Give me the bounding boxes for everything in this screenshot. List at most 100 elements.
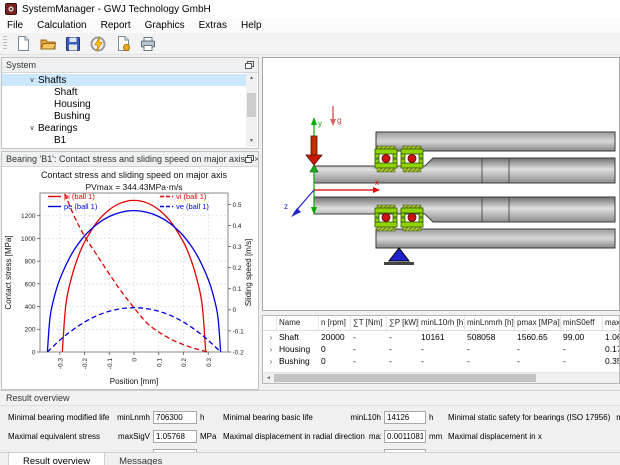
chart-title: Contact stress and sliding speed on majo…: [41, 170, 228, 180]
x-axis-tick: 0: [132, 358, 139, 362]
result-label-group: Maximal displacement in x: [448, 432, 620, 441]
table-cell: -: [561, 356, 603, 366]
toolbar-grip[interactable]: [3, 36, 7, 51]
chart-subtitle: PVmax = 344.43MPa·m/s: [85, 182, 182, 192]
result-label-group: Maximal displacement in radial direction…: [223, 432, 381, 441]
row-expander-icon[interactable]: ›: [263, 333, 277, 342]
table-row[interactable]: ›Shaft20000--101615080581560.6599.001.06: [263, 331, 619, 343]
app-window: SystemManager - GWJ Technology GmbH File…: [0, 0, 620, 465]
table-row[interactable]: ›Bushing0------0.35: [263, 355, 619, 367]
row-expander-icon[interactable]: ›: [263, 357, 277, 366]
left-axis-label: Contact stress [MPa]: [4, 235, 13, 309]
close-panel-icon[interactable]: ×: [254, 154, 259, 165]
tree-scrollbar[interactable]: ▲ ▼: [246, 73, 257, 147]
report-button[interactable]: [112, 34, 134, 54]
tab-messages[interactable]: Messages: [105, 453, 176, 465]
legend-label-ve: ve (ball 1): [176, 202, 209, 211]
float-panel-icon[interactable]: [245, 154, 254, 165]
print-button[interactable]: [137, 34, 159, 54]
result-label: Minimal static safety for bearings (ISO …: [448, 413, 610, 422]
legend-label-pi: pi (ball 1): [64, 192, 95, 201]
result-value-input[interactable]: [384, 449, 426, 452]
result-overview-header: Result overview: [0, 390, 620, 406]
save-button[interactable]: [62, 34, 84, 54]
menu-graphics[interactable]: Graphics: [138, 18, 192, 33]
svg-text:y: y: [318, 119, 322, 128]
column-header[interactable]: Name: [277, 316, 319, 330]
table-cell: 1560.65: [515, 332, 561, 342]
result-value-input[interactable]: [384, 411, 426, 424]
column-header[interactable]: minL10rh [h]: [419, 316, 465, 330]
tree-item-bushing[interactable]: Bushing: [2, 110, 246, 122]
menu-report[interactable]: Report: [94, 18, 138, 33]
result-value-input[interactable]: [384, 430, 426, 443]
table-row[interactable]: ›Housing0------0.17: [263, 343, 619, 355]
menu-calculation[interactable]: Calculation: [30, 18, 93, 33]
open-file-button[interactable]: [37, 34, 59, 54]
drawing-panel: g y x z: [262, 57, 620, 311]
table-cell: -: [351, 344, 387, 354]
new-document-button[interactable]: [12, 34, 34, 54]
result-label-group: Maximal equivalent stressmaxSigV: [8, 432, 150, 441]
report-icon: [116, 36, 130, 51]
tree-item-b1[interactable]: B1: [2, 134, 246, 146]
right-axis-tick: 0.1: [233, 286, 242, 293]
results-table-panel: Namen [rpm]∑T [Nm]∑P [kW]minL10rh [h]min…: [262, 315, 620, 384]
left-axis-tick: 600: [25, 281, 36, 288]
result-overview-body: Minimal bearing modified lifeminLnmhhMin…: [0, 406, 620, 452]
column-header[interactable]: ∑T [Nm]: [351, 316, 387, 330]
menu-help[interactable]: Help: [234, 18, 269, 33]
column-header[interactable]: ∑P [kW]: [387, 316, 419, 330]
table-hscrollbar[interactable]: ◄: [263, 372, 619, 383]
table-cell: 99.00: [561, 332, 603, 342]
toolbar: [0, 33, 620, 55]
result-unit: h: [429, 413, 445, 422]
tree-item-housing[interactable]: Housing: [2, 98, 246, 110]
column-header[interactable]: minS0eff: [561, 316, 603, 330]
tree-item-bearings[interactable]: ∨Bearings: [2, 122, 246, 134]
scroll-up-icon[interactable]: ▲: [246, 73, 257, 84]
system-tree: ∨ShaftsShaftHousingBushing∨BearingsB1: [2, 73, 246, 148]
x-axis-tick: -0.1: [107, 358, 114, 370]
table-cell: -: [387, 344, 419, 354]
row-name-cell: Shaft: [277, 332, 319, 342]
table-cell: 0: [319, 344, 351, 354]
column-header[interactable]: maxSi: [603, 316, 619, 330]
column-header[interactable]: pmax [MPa]: [515, 316, 561, 330]
result-label: Maximal displacement in radial direction: [223, 432, 365, 441]
float-panel-icon[interactable]: [244, 60, 255, 71]
result-value-input[interactable]: [153, 430, 197, 443]
scrollbar-thumb[interactable]: [274, 374, 536, 382]
result-label-group: Minimal bearing basic lifeminL10h: [223, 413, 381, 422]
chart-panel-header: Bearing 'B1': Contact stress and sliding…: [2, 152, 258, 167]
right-axis-tick: 0.3: [233, 244, 242, 251]
menu-file[interactable]: File: [0, 18, 30, 33]
scrollbar-thumb[interactable]: [247, 93, 256, 116]
result-value-input[interactable]: [153, 449, 197, 452]
table-cell: 1.06: [603, 332, 619, 342]
tree-item-shaft[interactable]: Shaft: [2, 86, 246, 98]
main-area: System ∨ShaftsShaftHousingBushing∨Bearin…: [0, 55, 620, 390]
result-label: Maximal equivalent stress: [8, 432, 100, 441]
save-icon: [66, 37, 80, 51]
row-expander-icon[interactable]: ›: [263, 345, 277, 354]
scroll-left-icon[interactable]: ◄: [263, 373, 274, 383]
right-axis-tick: 0.4: [233, 223, 242, 230]
expander-icon[interactable]: ∨: [26, 76, 38, 84]
window-title: SystemManager - GWJ Technology GmbH: [22, 4, 211, 15]
scroll-down-icon[interactable]: ▼: [246, 136, 257, 147]
expander-icon[interactable]: ∨: [26, 124, 38, 132]
tab-result-overview[interactable]: Result overview: [8, 453, 105, 465]
menu-extras[interactable]: Extras: [192, 18, 234, 33]
table-cell: 20000: [319, 332, 351, 342]
calculate-button[interactable]: [87, 34, 109, 54]
left-axis-tick: 0: [32, 349, 36, 356]
column-header[interactable]: minLnmrh [h]: [465, 316, 515, 330]
tree-item-shafts[interactable]: ∨Shafts: [2, 74, 246, 86]
result-label: Minimal bearing basic life: [223, 413, 313, 422]
x-axis-tick: -0.3: [57, 358, 64, 370]
result-value-input[interactable]: [153, 411, 197, 424]
shaft-bottom-half: [314, 197, 615, 222]
tree-item-label: Bearings: [38, 123, 77, 134]
column-header[interactable]: n [rpm]: [319, 316, 351, 330]
